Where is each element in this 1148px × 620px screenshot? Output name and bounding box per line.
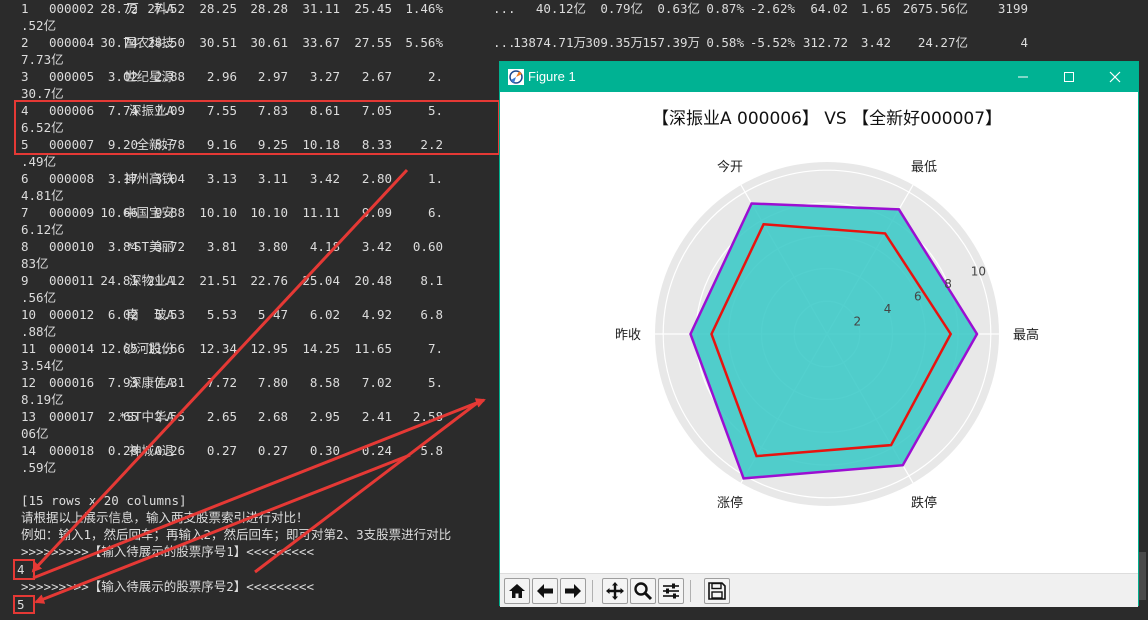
pan-icon <box>606 582 624 600</box>
maximize-button[interactable] <box>1046 62 1092 92</box>
radial-tick-label: 4 <box>884 302 892 316</box>
arrow-to-chart-2 <box>254 398 482 574</box>
toolbar-separator <box>592 580 593 602</box>
figure-titlebar[interactable]: Figure 1 <box>500 62 1138 92</box>
pan-button[interactable] <box>602 578 628 604</box>
axis-label: 最低 <box>911 160 937 175</box>
home-button[interactable] <box>504 578 530 604</box>
matplotlib-icon <box>508 69 524 85</box>
chart-title: 【深振业A 000006】 VS 【全新好000007】 <box>652 109 1002 129</box>
figure-title: Figure 1 <box>528 69 576 84</box>
maximize-icon <box>1064 72 1074 82</box>
close-icon <box>1109 71 1121 83</box>
axis-label: 昨收 <box>615 328 641 343</box>
minimize-button[interactable] <box>1000 62 1046 92</box>
zoom-icon <box>634 582 653 601</box>
arrow-to-input-1 <box>31 168 409 573</box>
axis-label: 最高 <box>1013 327 1039 343</box>
save-icon <box>708 582 726 600</box>
save-button[interactable] <box>704 578 730 604</box>
axis-label: 跌停 <box>911 495 937 511</box>
back-button[interactable] <box>532 578 558 604</box>
minimize-icon <box>1018 76 1028 78</box>
axis-label: 今开 <box>717 159 743 175</box>
configure-subplots-icon <box>663 583 679 599</box>
arrow-to-input-2 <box>34 453 411 604</box>
radial-tick-label: 8 <box>944 277 952 291</box>
home-icon <box>509 584 525 598</box>
back-arrow-icon <box>537 584 553 598</box>
radial-tick-label: 6 <box>914 289 922 303</box>
close-button[interactable] <box>1092 62 1138 92</box>
radar-chart: 2 4 6 8 10 今开 最低最高跌停 涨停 昨收 【深振业A 000006】 VS 【全新好0… <box>615 109 1039 511</box>
configure-subplots-button[interactable] <box>658 578 684 604</box>
arrow-to-chart-1 <box>32 398 486 580</box>
radial-tick-label: 2 <box>853 314 861 328</box>
forward-button[interactable] <box>560 578 586 604</box>
toolbar-separator <box>690 580 691 602</box>
zoom-button[interactable] <box>630 578 656 604</box>
figure-window[interactable]: Figure 1 2 4 6 8 10 今开 最低最高跌停 涨停 昨收 【深振业A 000006】… <box>499 61 1139 607</box>
figure-toolbar <box>500 573 1138 607</box>
axis-label: 涨停 <box>717 495 743 511</box>
radial-tick-label: 10 <box>971 264 986 278</box>
forward-arrow-icon <box>565 584 581 598</box>
